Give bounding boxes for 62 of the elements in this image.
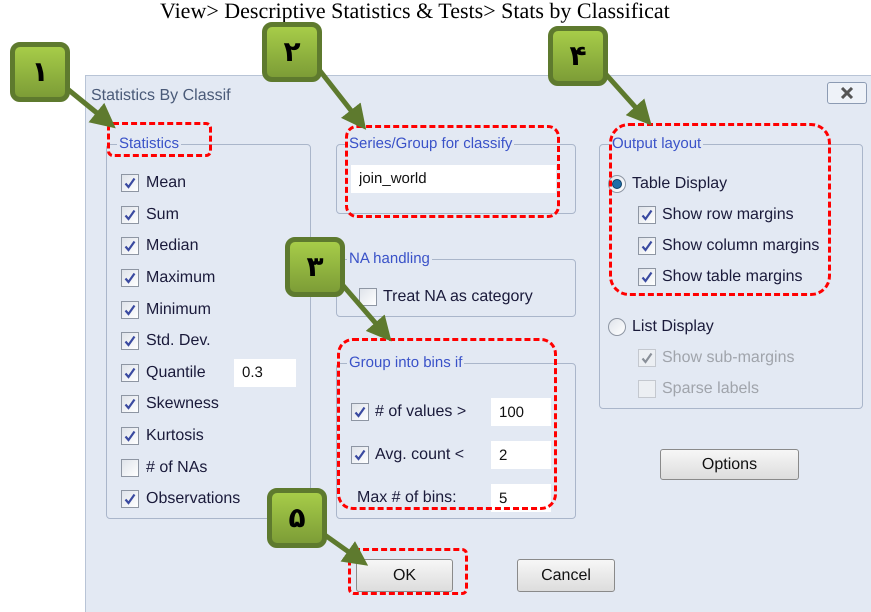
close-icon (839, 87, 855, 99)
callout-badge: ۱ (10, 42, 70, 102)
checkbox[interactable] (121, 490, 139, 508)
checkbox[interactable] (121, 364, 139, 382)
checkbox-label: Observations (146, 489, 240, 510)
checkbox-label: # of NAs (146, 458, 208, 478)
checkbox[interactable] (638, 268, 656, 286)
radio-label: List Display (632, 316, 714, 336)
checkbox[interactable] (351, 403, 369, 421)
radio-label: Table Display (632, 174, 728, 194)
checkbox[interactable] (121, 458, 139, 477)
group-label: Group into bins if (348, 353, 464, 373)
checkbox-label: Sum (146, 204, 180, 225)
checkbox-label: Treat NA as category (383, 286, 533, 306)
callout-badge: ۳ (285, 237, 345, 297)
checkbox-label: Mean (146, 173, 188, 194)
checkbox[interactable] (638, 237, 656, 255)
checkbox-label: # of values > (375, 402, 468, 422)
checkbox[interactable] (121, 427, 139, 446)
callout-badge: ۴ (548, 26, 608, 86)
checkbox-label: Minimum (146, 300, 212, 320)
group-label: NA handling (348, 249, 431, 269)
document-text: View> Descriptive Statistics & Tests> Stats by Classificat (160, 0, 671, 22)
callout-badge: ۲ (262, 22, 322, 82)
checkbox[interactable] (121, 300, 139, 319)
checkbox[interactable] (121, 269, 139, 288)
checkbox[interactable] (351, 446, 369, 464)
checkbox-label: Avg. count < (375, 445, 466, 465)
ok-button[interactable]: OK (356, 559, 453, 592)
number-input[interactable]: 100 (491, 398, 551, 426)
quantile-input[interactable]: 0.3 (234, 358, 296, 387)
checkbox[interactable] (121, 174, 139, 192)
checkbox-label: Maximum (146, 268, 216, 288)
checkbox-label: Skewness (146, 394, 220, 414)
checkbox-label: Sparse labels (662, 379, 759, 399)
checkbox[interactable] (638, 206, 656, 224)
cancel-button[interactable]: Cancel (517, 559, 615, 592)
checkbox-label: Quantile (146, 362, 207, 383)
checkbox-label: Show column margins (662, 236, 820, 256)
group-label: Series/Group for classify (348, 134, 514, 154)
close-button[interactable] (827, 82, 867, 104)
radio-button[interactable] (608, 318, 626, 336)
checkbox-label: Show row margins (662, 205, 794, 225)
number-input[interactable]: 5 (491, 484, 551, 512)
series-input[interactable]: join_world (351, 164, 556, 192)
checkbox[interactable] (121, 206, 139, 224)
checkbox-label: Kurtosis (146, 426, 205, 446)
checkbox-label: Show sub-margins (662, 348, 794, 368)
number-input[interactable]: 2 (491, 441, 551, 469)
checkbox[interactable] (121, 332, 139, 350)
field-label: Max # of bins: (357, 488, 458, 508)
window-title: Statistics By Classif (91, 86, 231, 106)
group-label: Statistics (118, 134, 180, 154)
checkbox-label: Show table margins (662, 267, 803, 287)
options-button[interactable]: Options (660, 449, 799, 480)
checkbox-label: Std. Dev. (146, 331, 212, 352)
checkbox[interactable] (359, 288, 377, 306)
checkbox[interactable] (121, 395, 139, 414)
callout-badge: ۵ (267, 488, 327, 548)
group-label: Output layout (611, 134, 702, 154)
checkbox[interactable] (121, 237, 139, 256)
checkbox-label: Median (146, 236, 200, 256)
